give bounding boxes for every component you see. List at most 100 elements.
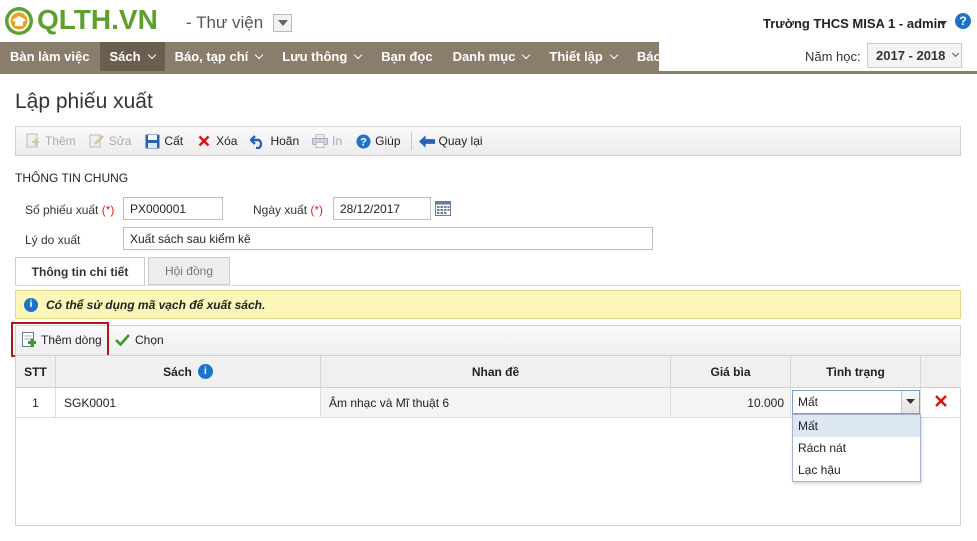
caret-down-icon — [277, 19, 288, 26]
edit-icon — [89, 133, 105, 149]
info-icon: i — [24, 297, 38, 312]
edit-button-label: Sửa — [108, 134, 132, 148]
save-button[interactable]: Cất — [141, 130, 186, 152]
add-row-button[interactable]: Thêm dòng — [11, 322, 109, 357]
add-row-label: Thêm dòng — [41, 332, 102, 347]
nav-item-periodicals[interactable]: Báo, tạp chí — [165, 42, 273, 71]
module-switch-button[interactable] — [273, 14, 292, 32]
print-icon — [312, 133, 329, 149]
doc-number-field[interactable]: PX000001 — [123, 197, 223, 220]
help-button[interactable]: ? Giúp — [352, 130, 403, 152]
choose-label: Chọn — [135, 333, 164, 347]
back-button-label: Quay lại — [438, 134, 483, 148]
column-header-status: Tình trạng — [791, 356, 921, 388]
chevron-down-icon — [354, 50, 363, 59]
user-menu[interactable]: Trường THCS MISA 1 - admin — [763, 16, 945, 31]
help-button-label: Giúp — [375, 134, 401, 148]
delete-button-label: Xóa — [216, 134, 238, 148]
column-header-book[interactable]: Sách i — [56, 356, 321, 388]
back-button[interactable]: Quay lại — [416, 130, 486, 152]
add-button[interactable]: Thêm — [22, 130, 79, 152]
chevron-down-icon — [255, 50, 264, 59]
cell-title: Âm nhạc và Mĩ thuật 6 — [321, 388, 671, 418]
delete-button[interactable]: Xóa — [193, 130, 240, 152]
nav-item-circulation[interactable]: Lưu thông — [272, 42, 371, 71]
export-date-label-text: Ngày xuất — [253, 203, 308, 217]
status-select[interactable]: Mất — [792, 390, 920, 414]
tab-council[interactable]: Hội đồng — [148, 257, 230, 285]
choose-button[interactable]: Chọn — [115, 333, 164, 347]
doc-number-label: Số phiếu xuất (*) — [25, 203, 114, 217]
nav-menu: Bàn làm việc Sách Báo, tạp chí Lưu thông… — [0, 42, 687, 71]
print-button[interactable]: In — [309, 130, 345, 152]
required-mark: (*) — [310, 203, 324, 217]
undo-button[interactable]: Hoãn — [247, 130, 302, 152]
chevron-down-icon — [522, 50, 531, 59]
column-header-actions — [921, 356, 961, 388]
status-select-value: Mất — [798, 395, 819, 409]
calendar-icon[interactable] — [435, 200, 451, 216]
nav-item-label: Thiết lập — [549, 49, 603, 64]
column-header-stt: STT — [16, 356, 56, 388]
column-header-book-label: Sách — [163, 364, 192, 379]
nav-item-label: Bạn đọc — [381, 49, 433, 64]
info-icon[interactable]: i — [197, 364, 213, 379]
edit-button[interactable]: Sửa — [86, 130, 135, 152]
nav-item-label: Danh mục — [452, 49, 516, 64]
delete-row-icon[interactable] — [934, 394, 948, 408]
cell-book-code[interactable]: SGK0001 — [56, 388, 321, 418]
module-name: - Thư viện — [186, 13, 264, 32]
add-doc-icon — [25, 133, 41, 149]
reason-field[interactable]: Xuất sách sau kiểm kê — [123, 227, 653, 250]
save-icon — [144, 133, 160, 149]
cell-stt: 1 — [16, 388, 56, 418]
tab-detail[interactable]: Thông tin chi tiết — [15, 257, 145, 285]
status-dropdown-button[interactable] — [901, 391, 919, 413]
reason-label: Lý do xuất — [25, 233, 81, 247]
column-header-price: Giá bìa — [671, 356, 791, 388]
school-year-value: 2017 - 2018 — [876, 48, 946, 63]
status-option-torn[interactable]: Rách nát — [793, 437, 920, 459]
status-option-outdated[interactable]: Lạc hậu — [793, 459, 920, 481]
export-date-field[interactable]: 28/12/2017 — [333, 197, 431, 220]
help-icon[interactable]: ? — [955, 13, 971, 29]
nav-item-label: Sách — [109, 49, 141, 64]
column-header-title: Nhan đề — [321, 356, 671, 388]
save-button-label: Cất — [164, 134, 184, 148]
nav-item-label: Báo cáo — [636, 49, 688, 64]
nav-item-settings[interactable]: Thiết lập — [539, 42, 626, 71]
cell-price: 10.000 — [671, 388, 791, 418]
status-option-lost[interactable]: Mất — [793, 415, 920, 437]
svg-text:?: ? — [360, 136, 367, 148]
print-button-label: In — [332, 134, 343, 148]
nav-item-desk[interactable]: Bàn làm việc — [0, 42, 100, 71]
undo-button-label: Hoãn — [270, 134, 300, 148]
toolbar-divider — [410, 132, 412, 150]
back-arrow-icon — [418, 133, 435, 149]
add-row-icon — [22, 331, 36, 347]
nav-item-label: Lưu thông — [282, 49, 348, 64]
nav-item-catalog[interactable]: Danh mục — [443, 42, 540, 71]
user-caret-icon[interactable] — [939, 21, 947, 26]
nav-item-books[interactable]: Sách — [99, 42, 165, 71]
nav-item-label: Bàn làm việc — [10, 49, 90, 64]
nav-item-readers[interactable]: Bạn đọc — [371, 42, 442, 71]
nav-divider — [0, 71, 977, 74]
export-date-label: Ngày xuất (*) — [253, 203, 323, 217]
nav-item-reports[interactable]: Báo cáo — [627, 42, 698, 71]
barcode-notice: i Có thể sử dụng mã vạch để xuất sách. — [15, 290, 961, 319]
caret-down-icon — [906, 399, 915, 404]
notice-text: Có thể sử dụng mã vạch để xuất sách. — [46, 297, 266, 312]
form-toolbar: Thêm Sửa Cất Xóa Hoãn In ? Giúp Quay lại — [15, 126, 961, 156]
tab-divider — [15, 285, 961, 286]
status-dropdown-list: Mất Rách nát Lạc hậu — [792, 414, 921, 482]
undo-icon — [250, 133, 266, 149]
nav-item-label: Báo, tạp chí — [174, 49, 249, 64]
delete-icon — [196, 133, 212, 149]
help-icon: ? — [355, 133, 371, 149]
school-year-select[interactable]: 2017 - 2018 — [867, 43, 962, 68]
page-title: Lập phiếu xuất — [15, 90, 153, 113]
chevron-down-icon — [147, 50, 156, 59]
logo-icon — [5, 7, 33, 35]
checkmark-icon — [115, 334, 130, 346]
